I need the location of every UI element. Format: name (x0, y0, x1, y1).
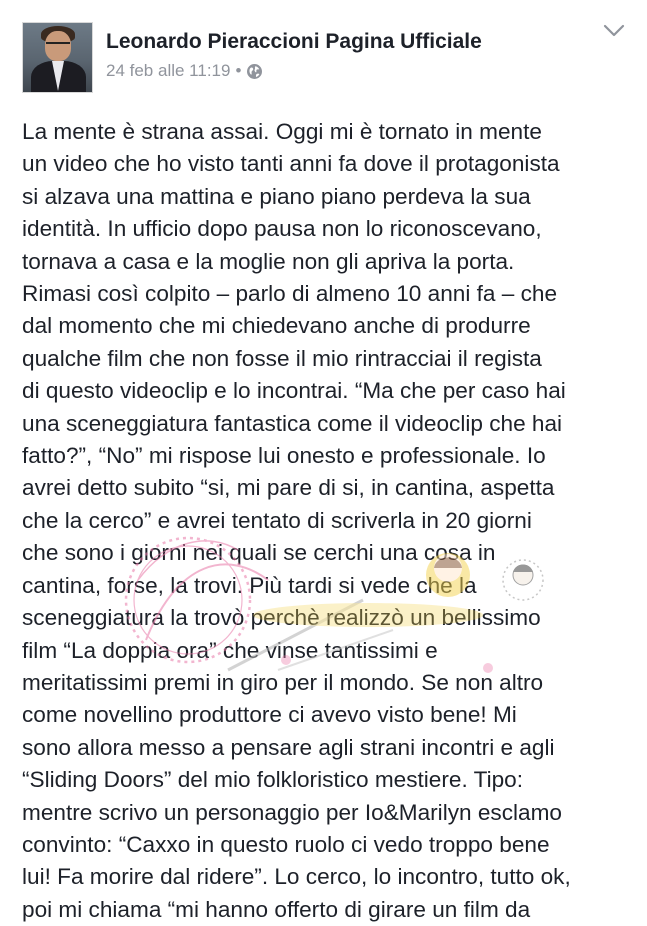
post-text-line: La mente è strana assai. Oggi mi è torna… (22, 119, 542, 144)
post-text-line: avrei detto subito “si, mi pare di si, i… (22, 475, 555, 501)
post-text-line: “Sliding Doors” del mio folkloristico me… (22, 767, 524, 793)
post-text-line: una sceneggiatura fantastica come il vid… (22, 410, 563, 436)
globe-icon (246, 63, 263, 80)
post-text-line: sceneggiatura la trovò perchè realizzò u… (22, 605, 541, 631)
post-text-line: come novellino produttore ci avevo visto… (22, 702, 517, 728)
post-text-line: di questo videoclip e lo incontrai. “Ma … (22, 378, 566, 404)
author-avatar[interactable] (22, 22, 93, 93)
post-meta: 24 feb alle 11:19 • (106, 61, 263, 81)
post-text-line: meritatissimi premi in giro per il mondo… (22, 669, 544, 695)
post-header: Leonardo Pieraccioni Pagina Ufficiale 24… (22, 22, 627, 94)
post-text-line: tornava a casa e la moglie non gli apriv… (22, 248, 515, 274)
post-text-line: Rimasi così colpito – parlo di almeno 10… (22, 281, 558, 307)
post-text-line: si alzava una mattina e piano piano perd… (22, 183, 531, 209)
author-name[interactable]: Leonardo Pieraccioni Pagina Ufficiale (106, 30, 482, 54)
facebook-post: Leonardo Pieraccioni Pagina Ufficiale 24… (0, 0, 647, 922)
post-text-line: che la cerco” e avrei tentato di scriver… (22, 507, 532, 533)
post-text-line: film “La doppia ora” che vinse tantissim… (22, 637, 438, 663)
chevron-down-icon[interactable] (603, 24, 625, 38)
post-text-line: identità. In ufficio dopo pausa non lo r… (22, 216, 542, 242)
post-text-line: qualche film che non fosse il mio rintra… (22, 345, 542, 371)
meta-separator: • (235, 61, 242, 80)
post-body-text: La mente è strana assai. Oggi mi è torna… (22, 116, 632, 926)
post-text-line: che sono i giorni nei quali se cerchi un… (22, 540, 496, 566)
post-text-line: fatto?”, “No” mi rispose lui onesto e pr… (22, 443, 546, 469)
post-timestamp[interactable]: 24 feb alle 11:19 (106, 61, 230, 81)
post-text-line: lui! Fa morire dal ridere”. Lo cerco, lo… (22, 864, 571, 890)
post-text-line: cantina, forse, la trovi. Più tardi si v… (22, 572, 477, 598)
post-text-line: sono allora messo a pensare agli strani … (22, 734, 555, 760)
post-text-line: poi mi chiama “mi hanno offerto di girar… (22, 896, 531, 922)
post-text-line: dal momento che mi chiedevano anche di p… (22, 313, 531, 339)
post-text-line: un video che ho visto tanti anni fa dove… (22, 151, 560, 177)
post-text-line: convinto: “Caxxo in questo ruolo ci vedo… (22, 831, 550, 857)
avatar-figure-glasses (46, 42, 70, 50)
post-text-line: mentre scrivo un personaggio per Io&Mari… (22, 799, 562, 825)
